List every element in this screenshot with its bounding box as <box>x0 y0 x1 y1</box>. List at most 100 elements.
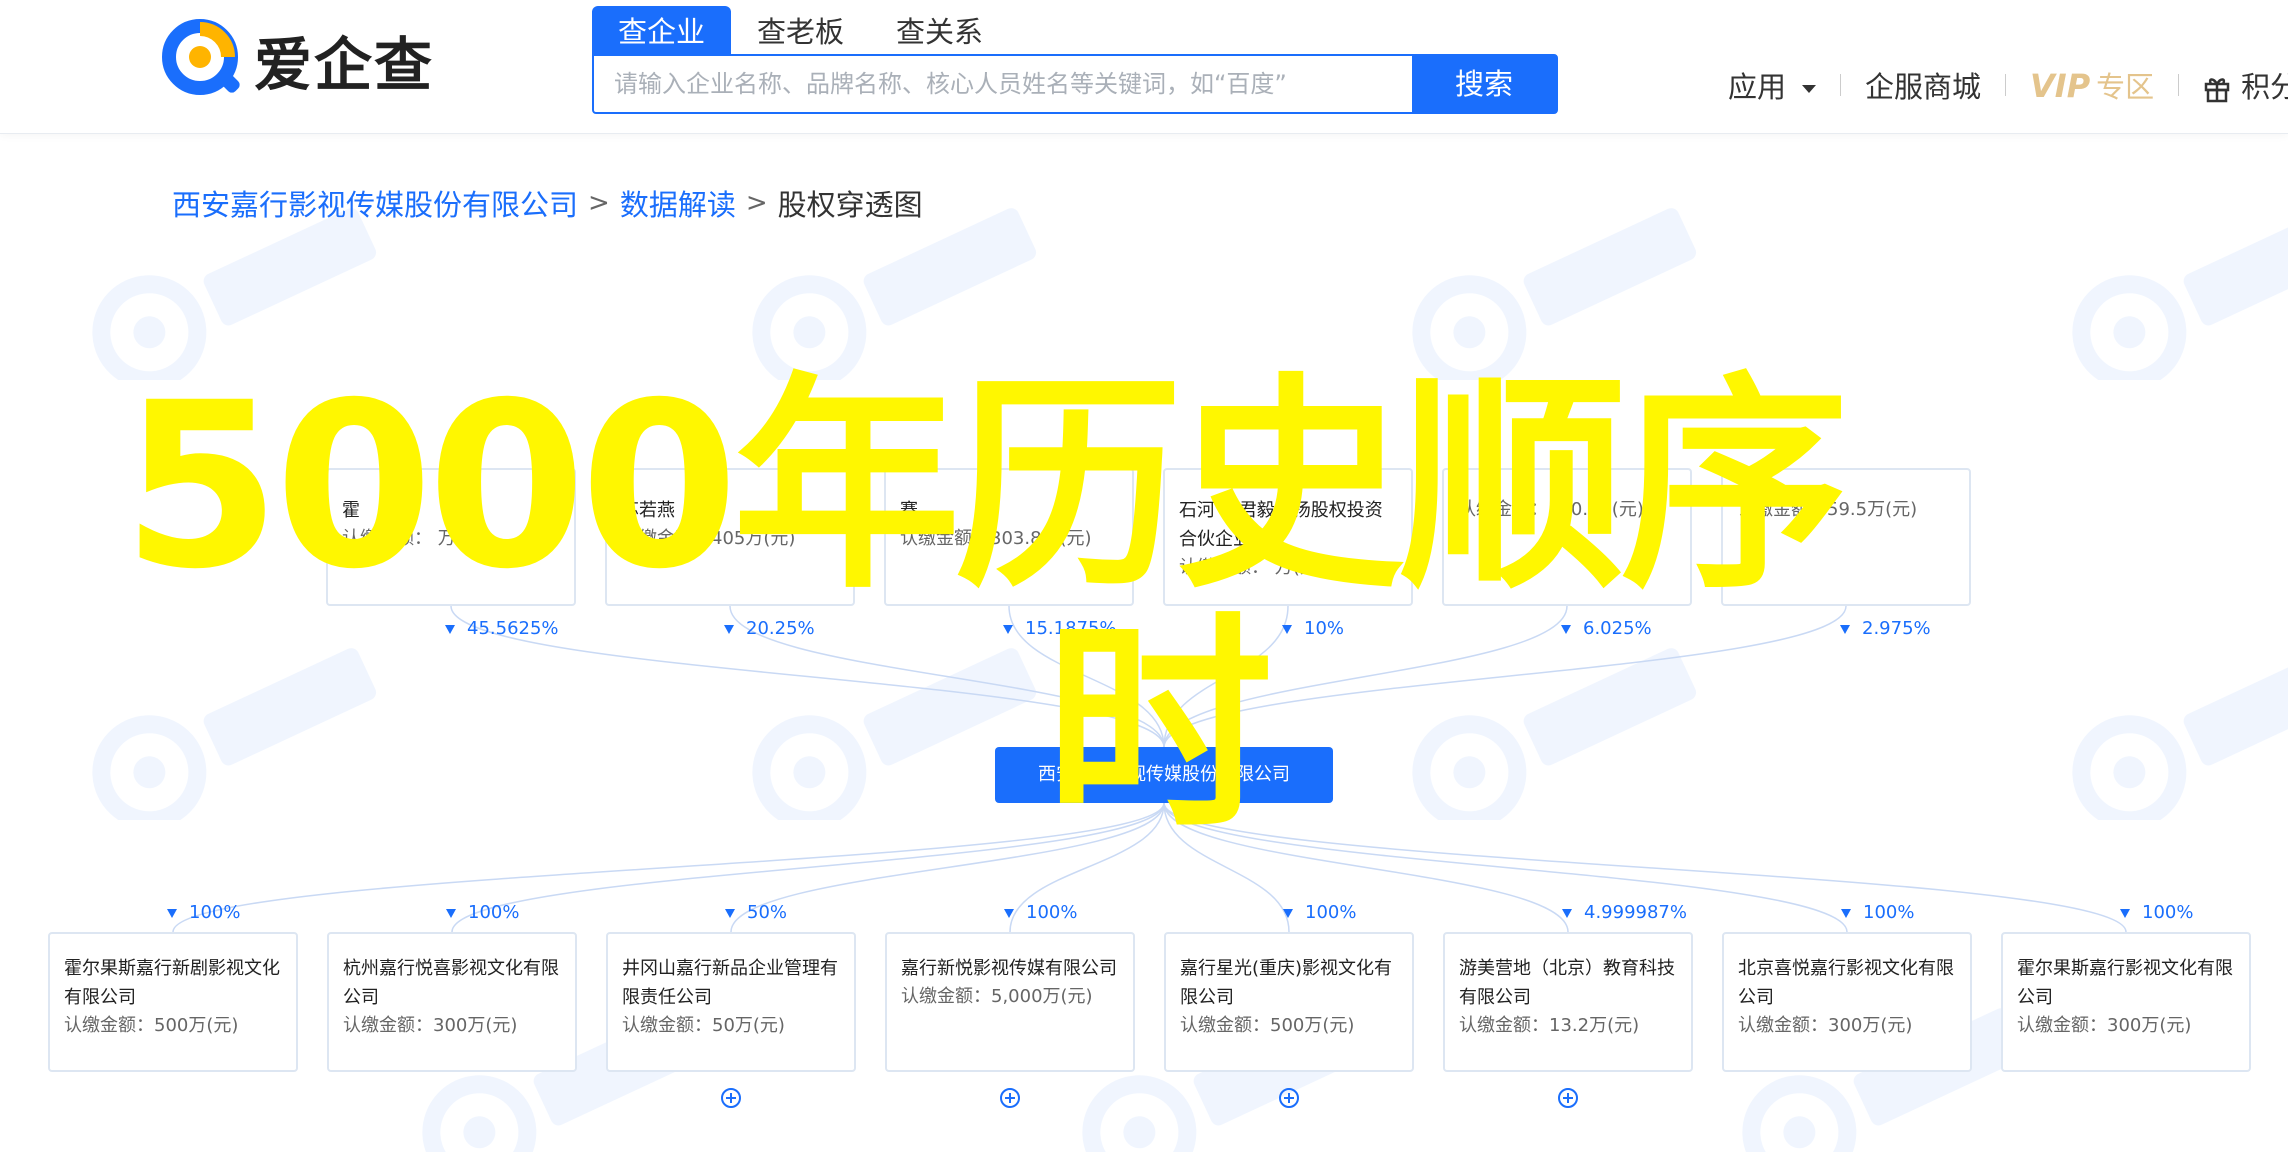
shareholder-percent: 20.25% <box>724 618 815 639</box>
top-header: 爱企查 查企业 查老板 查关系 搜索 应用 企服商城 VIP专区 积分商 <box>0 0 2288 134</box>
nav-apps[interactable]: 应用 <box>1728 64 1817 106</box>
percent-value: 10% <box>1304 618 1345 639</box>
subsidiary-node[interactable]: 霍尔果斯嘉行影视文化有限公司认缴金额：300万(元) <box>2001 932 2251 1072</box>
subsidiary-percent: 100% <box>1841 902 1914 923</box>
overlay-headline: 5000年历史顺序 <box>122 353 1849 619</box>
gift-icon <box>2204 78 2230 103</box>
site-logo[interactable]: 爱企查 <box>160 16 434 104</box>
subsidiary-percent: 100% <box>1283 902 1356 923</box>
subsidiary-amount: 认缴金额：300万(元) <box>1738 1015 1913 1036</box>
top-nav: 应用 企服商城 VIP专区 积分商 <box>1728 60 2288 110</box>
subsidiary-name: 嘉行星光(重庆)影视文化有限公司 <box>1180 958 1393 1008</box>
expand-plus-icon[interactable] <box>721 1088 741 1108</box>
tab-company[interactable]: 查企业 <box>592 6 732 54</box>
subsidiary-name: 嘉行新悦影视传媒有限公司 <box>901 958 1117 979</box>
subsidiary-node[interactable]: 嘉行新悦影视传媒有限公司 认缴金额：5,000万(元) <box>885 932 1135 1072</box>
shareholder-percent: 45.5625% <box>445 618 559 639</box>
percent-value: 2.975% <box>1862 618 1931 639</box>
percent-value: 50% <box>747 902 788 923</box>
subsidiary-percent: 100% <box>167 902 240 923</box>
breadcrumb-section-link[interactable]: 数据解读 <box>620 182 736 224</box>
subsidiary-amount: 认缴金额：13.2万(元) <box>1459 1015 1640 1036</box>
percent-value: 100% <box>1863 902 1915 923</box>
subsidiary-percent: 100% <box>1004 902 1077 923</box>
subsidiary-name: 霍尔果斯嘉行新剧影视文化有限公司 <box>64 958 280 1008</box>
breadcrumb-separator: > <box>745 188 768 218</box>
expand-plus-icon[interactable] <box>1558 1088 1578 1108</box>
subsidiary-percent: 100% <box>446 902 519 923</box>
shareholder-percent: 10% <box>1282 618 1344 639</box>
expand-plus-icon[interactable] <box>1000 1088 1020 1108</box>
caret-down-icon <box>1802 85 1817 93</box>
subsidiary-percent: 50% <box>725 902 787 923</box>
percent-value: 100% <box>189 902 241 923</box>
nav-points-label: 积分商 <box>2241 70 2288 104</box>
arrow-down-icon <box>1840 624 1850 634</box>
vip-label: VIP <box>2030 67 2091 105</box>
breadcrumb-company-link[interactable]: 西安嘉行影视传媒股份有限公司 <box>172 182 578 224</box>
arrow-down-icon <box>1562 908 1572 918</box>
subsidiary-amount: 认缴金额：500万(元) <box>1180 1015 1355 1036</box>
search-button[interactable]: 搜索 <box>1412 56 1556 112</box>
subsidiary-amount: 认缴金额：500万(元) <box>64 1015 239 1036</box>
subsidiary-percent: 100% <box>2120 902 2193 923</box>
percent-value: 100% <box>468 902 520 923</box>
shareholder-percent: 2.975% <box>1840 618 1931 639</box>
nav-vip[interactable]: VIP 专区 <box>2030 64 2154 106</box>
logo-text: 爱企查 <box>254 31 435 99</box>
arrow-down-icon <box>1004 908 1014 918</box>
arrow-down-icon <box>1282 624 1292 634</box>
search-input[interactable] <box>594 56 1412 112</box>
nav-divider <box>2005 74 2007 96</box>
subsidiary-node[interactable]: 霍尔果斯嘉行新剧影视文化有限公司认缴金额：500万(元) <box>48 932 298 1072</box>
shareholder-percent: 6.025% <box>1561 618 1652 639</box>
subsidiary-name: 杭州嘉行悦喜影视文化有限公司 <box>343 958 559 1008</box>
percent-value: 100% <box>1305 902 1357 923</box>
logo-magnifier-icon <box>160 17 246 103</box>
subsidiary-node[interactable]: 井冈山嘉行新品企业管理有限责任公司认缴金额：50万(元) <box>606 932 856 1072</box>
arrow-down-icon <box>2120 908 2130 918</box>
subsidiary-amount: 认缴金额：300万(元) <box>343 1015 518 1036</box>
percent-value: 4.999987% <box>1584 902 1687 923</box>
subsidiary-amount: 认缴金额：5,000万(元) <box>901 986 1093 1007</box>
search-box: 搜索 <box>592 54 1558 114</box>
arrow-down-icon <box>725 908 735 918</box>
nav-divider <box>2178 74 2180 96</box>
subsidiary-name: 井冈山嘉行新品企业管理有限责任公司 <box>622 958 838 1008</box>
subsidiary-name: 游美营地（北京）教育科技有限公司 <box>1459 958 1675 1008</box>
subsidiary-amount: 认缴金额：300万(元) <box>2017 1015 2192 1036</box>
breadcrumb: 西安嘉行影视传媒股份有限公司 > 数据解读 > 股权穿透图 <box>172 182 923 224</box>
nav-mall[interactable]: 企服商城 <box>1865 64 1981 106</box>
arrow-down-icon <box>1841 908 1851 918</box>
subsidiary-amount: 认缴金额：50万(元) <box>622 1015 785 1036</box>
vip-zone-label: 专区 <box>2096 70 2155 104</box>
arrow-down-icon <box>1003 624 1013 634</box>
percent-value: 20.25% <box>746 618 815 639</box>
arrow-down-icon <box>446 908 456 918</box>
subsidiary-node[interactable]: 游美营地（北京）教育科技有限公司认缴金额：13.2万(元) <box>1443 932 1693 1072</box>
percent-value: 100% <box>2142 902 2194 923</box>
overlay-headline-2: 时 <box>1045 593 1273 859</box>
arrow-down-icon <box>724 624 734 634</box>
arrow-down-icon <box>1283 908 1293 918</box>
percent-value: 6.025% <box>1583 618 1652 639</box>
breadcrumb-separator: > <box>588 188 610 218</box>
subsidiary-node[interactable]: 杭州嘉行悦喜影视文化有限公司认缴金额：300万(元) <box>327 932 577 1072</box>
nav-apps-label: 应用 <box>1728 70 1787 104</box>
tab-boss[interactable]: 查老板 <box>731 6 870 54</box>
arrow-down-icon <box>167 908 177 918</box>
subsidiary-node[interactable]: 北京喜悦嘉行影视文化有限公司认缴金额：300万(元) <box>1722 932 1972 1072</box>
percent-value: 45.5625% <box>467 618 559 639</box>
breadcrumb-current: 股权穿透图 <box>777 188 923 222</box>
subsidiary-percent: 4.999987% <box>1562 902 1687 923</box>
arrow-down-icon <box>1561 624 1571 634</box>
subsidiary-name: 霍尔果斯嘉行影视文化有限公司 <box>2017 958 2233 1008</box>
percent-value: 100% <box>1026 902 1078 923</box>
nav-divider <box>1840 74 1842 96</box>
tab-relation[interactable]: 查关系 <box>870 6 1009 54</box>
nav-points[interactable]: 积分商 <box>2203 64 2288 106</box>
subsidiary-node[interactable]: 嘉行星光(重庆)影视文化有限公司认缴金额：500万(元) <box>1164 932 1414 1072</box>
subsidiary-name: 北京喜悦嘉行影视文化有限公司 <box>1738 958 1954 1008</box>
expand-plus-icon[interactable] <box>1279 1088 1299 1108</box>
search-tabs: 查企业 查老板 查关系 <box>592 6 1009 54</box>
